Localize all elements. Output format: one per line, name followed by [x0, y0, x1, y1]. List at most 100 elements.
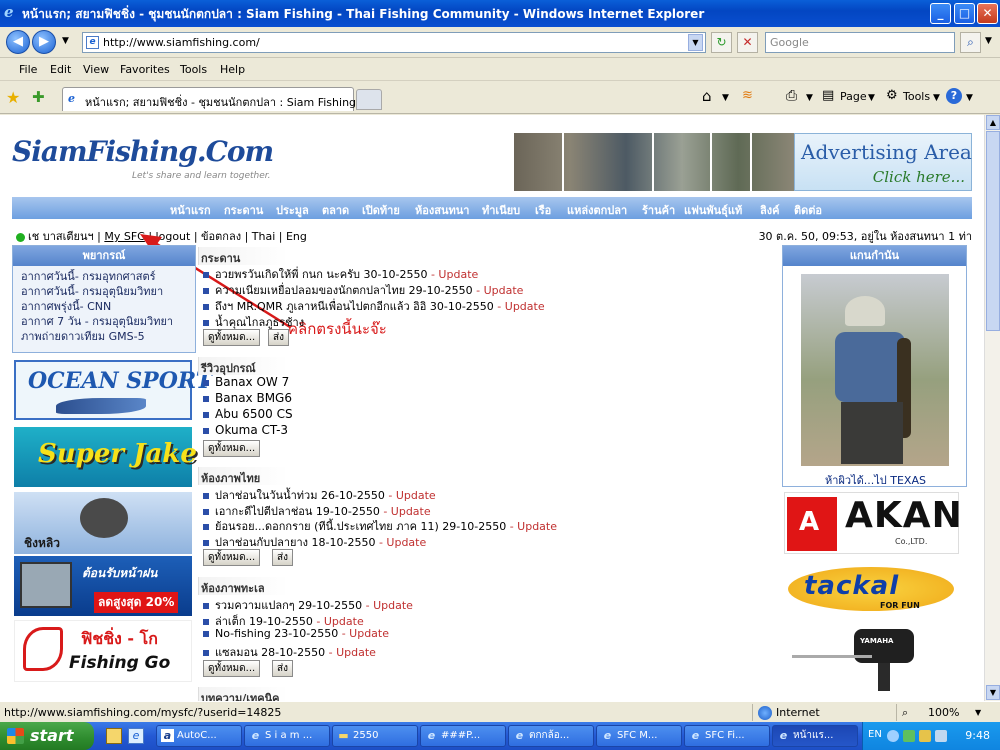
featured-photo[interactable]: [801, 274, 949, 466]
taskbar-item[interactable]: ▬ 2550: [332, 725, 418, 747]
search-icon[interactable]: ⌕: [960, 32, 981, 53]
forward-arrow-icon[interactable]: ▶: [32, 30, 56, 54]
scroll-thumb[interactable]: [986, 131, 1000, 331]
taskbar-item-active[interactable]: e หน้าแร...: [772, 725, 858, 747]
sea-room-item[interactable]: แซลมอน 28-10-2550 - Update: [203, 643, 376, 661]
nav-links[interactable]: ลิงค์: [760, 201, 779, 219]
weather-link[interactable]: อากาศวันนี้- กรมอุทกศาสตร์: [13, 269, 195, 284]
tackle-banner[interactable]: tackal FOR FUN: [784, 563, 959, 621]
fishing-go-banner[interactable]: ฟิชชิ่ง - โก Fishing Go: [14, 620, 192, 682]
nav-directory[interactable]: ทำเนียบ: [482, 201, 520, 219]
menu-view[interactable]: View: [83, 63, 109, 76]
language-indicator[interactable]: EN: [868, 729, 882, 740]
ching-liew-banner[interactable]: ชิงหลิว: [14, 492, 192, 554]
akan-banner[interactable]: A AKAN Co.,LTD.: [784, 492, 962, 554]
advertising-banner[interactable]: Advertising Area Click here...: [794, 133, 972, 191]
tab-siamfishing[interactable]: e หน้าแรก; สยามฟิชชิ่ง - ชุมชนนักตกปลา :…: [62, 87, 377, 111]
back-arrow-icon[interactable]: ◀: [6, 30, 30, 54]
tools-menu[interactable]: Tools: [903, 90, 930, 103]
weather-link[interactable]: อากาศวันนี้- กรมอุตุนิยมวิทยา: [13, 284, 195, 299]
super-jake-banner[interactable]: Super Jake: [14, 427, 197, 487]
tray-network-icon[interactable]: [919, 730, 931, 742]
promo-banner[interactable]: ต้อนรับหน้าฝน ลดสูงสุด 20%: [14, 556, 192, 616]
scroll-down-icon[interactable]: ▼: [986, 685, 1000, 700]
menu-tools[interactable]: Tools: [180, 63, 207, 76]
favorites-star-icon[interactable]: ★: [6, 88, 20, 107]
menu-favorites[interactable]: Favorites: [120, 63, 170, 76]
nav-fishing-spots[interactable]: แหล่งตกปลา: [567, 201, 627, 219]
thai-room-post-button[interactable]: ส่ง: [272, 549, 293, 566]
window-titlebar[interactable]: e หน้าแรก; สยามฟิชชิ่ง - ชุมชนนักตกปลา :…: [0, 0, 1000, 27]
help-icon[interactable]: ?: [946, 88, 962, 104]
page-menu[interactable]: Page: [840, 90, 867, 103]
refresh-icon[interactable]: ↻: [711, 32, 732, 53]
taskbar-item[interactable]: a AutoC...: [156, 725, 242, 747]
board-see-all-button[interactable]: ดูทั้งหมด...: [203, 329, 261, 346]
board-post-button[interactable]: ส่ง: [268, 329, 289, 346]
nav-home[interactable]: หน้าแรก: [170, 201, 211, 219]
weather-link[interactable]: อากาศพรุ่งนี้- CNN: [13, 299, 195, 314]
close-button[interactable]: ✕: [977, 3, 998, 24]
weather-link[interactable]: ภาพถ่ายดาวเทียม GMS-5: [13, 329, 195, 344]
taskbar-item[interactable]: e ตกกล้อ...: [508, 725, 594, 747]
menu-edit[interactable]: Edit: [50, 63, 71, 76]
taskbar-item[interactable]: e SFC Fi...: [684, 725, 770, 747]
nav-contact[interactable]: ติดต่อ: [794, 201, 822, 219]
ad-click-here[interactable]: Click here...: [873, 168, 965, 186]
new-tab-button[interactable]: [356, 89, 382, 110]
weather-link[interactable]: อากาศ 7 วัน - กรมอุตุนิยมวิทยา: [13, 314, 195, 329]
nav-boat[interactable]: เรือ: [535, 201, 551, 219]
menu-help[interactable]: Help: [220, 63, 245, 76]
address-bar[interactable]: e http://www.siamfishing.com/ ▼: [82, 32, 706, 53]
thai-room-see-all-button[interactable]: ดูทั้งหมด...: [203, 549, 261, 566]
home-dropdown-icon[interactable]: ▼: [722, 93, 729, 103]
address-dropdown-icon[interactable]: ▼: [688, 34, 703, 51]
site-logo[interactable]: SiamFishing.Com: [12, 135, 274, 168]
start-button[interactable]: start: [0, 722, 94, 750]
stop-icon[interactable]: ✕: [737, 32, 758, 53]
maximize-button[interactable]: □: [954, 3, 975, 24]
add-favorite-icon[interactable]: ✚: [32, 88, 45, 106]
help-dropdown-icon[interactable]: ▼: [966, 93, 973, 103]
search-options-icon[interactable]: ▼: [985, 36, 992, 46]
nav-board[interactable]: กระดาน: [224, 201, 263, 219]
sea-room-see-all-button[interactable]: ดูทั้งหมด...: [203, 660, 261, 677]
quicklaunch-ie-icon[interactable]: e: [128, 728, 144, 744]
sea-room-post-button[interactable]: ส่ง: [272, 660, 293, 677]
my-sfc-link[interactable]: My SFC: [104, 230, 145, 243]
nav-car-boot[interactable]: เปิดท้าย: [362, 201, 400, 219]
review-see-all-button[interactable]: ดูทั้งหมด...: [203, 440, 261, 457]
review-item[interactable]: Banax BMG6: [203, 391, 292, 405]
vertical-scrollbar[interactable]: ▲ ▼: [984, 115, 1000, 701]
nav-auction[interactable]: ประมูล: [276, 201, 309, 219]
tray-volume-icon[interactable]: [935, 730, 947, 742]
login-links[interactable]: | logout | ข้อตกลง | Thai | Eng: [148, 230, 307, 243]
menu-file[interactable]: File: [19, 63, 37, 76]
nav-shops[interactable]: ร้านค้า: [642, 201, 675, 219]
print-icon[interactable]: ⎙: [786, 88, 797, 104]
feeds-icon[interactable]: ≋: [742, 88, 753, 103]
home-icon[interactable]: ⌂: [702, 87, 712, 105]
ocean-sport-banner[interactable]: OCEAN SPORT: [14, 360, 212, 420]
yamaha-banner[interactable]: YAMAHA: [784, 623, 959, 695]
taskbar-item[interactable]: e ###P...: [420, 725, 506, 747]
nav-market[interactable]: ตลาด: [322, 201, 349, 219]
nav-chat[interactable]: ห้องสนทนา: [415, 201, 469, 219]
tray-app-icon[interactable]: [903, 730, 915, 742]
review-item[interactable]: Banax OW 7: [203, 375, 289, 389]
nav-fans[interactable]: แฟนพันธุ์แท้: [684, 201, 742, 219]
tray-arrow-icon[interactable]: [887, 730, 899, 742]
quicklaunch-desktop-icon[interactable]: [106, 728, 122, 744]
history-dropdown-icon[interactable]: ▼: [62, 36, 69, 46]
zoom-level[interactable]: 100%: [928, 706, 959, 719]
zoom-dropdown-icon[interactable]: ▼: [975, 708, 981, 717]
review-item[interactable]: Okuma CT-3: [203, 423, 288, 437]
minimize-button[interactable]: _: [930, 3, 951, 24]
sea-room-item[interactable]: No-fishing 23-10-2550 - Update: [203, 627, 389, 640]
taskbar-item[interactable]: e SFC M...: [596, 725, 682, 747]
review-item[interactable]: Abu 6500 CS: [203, 407, 293, 421]
print-dropdown-icon[interactable]: ▼: [806, 93, 813, 103]
taskbar-item[interactable]: eS i a m ...: [244, 725, 330, 747]
scroll-up-icon[interactable]: ▲: [986, 115, 1000, 130]
search-input[interactable]: Google: [765, 32, 955, 53]
